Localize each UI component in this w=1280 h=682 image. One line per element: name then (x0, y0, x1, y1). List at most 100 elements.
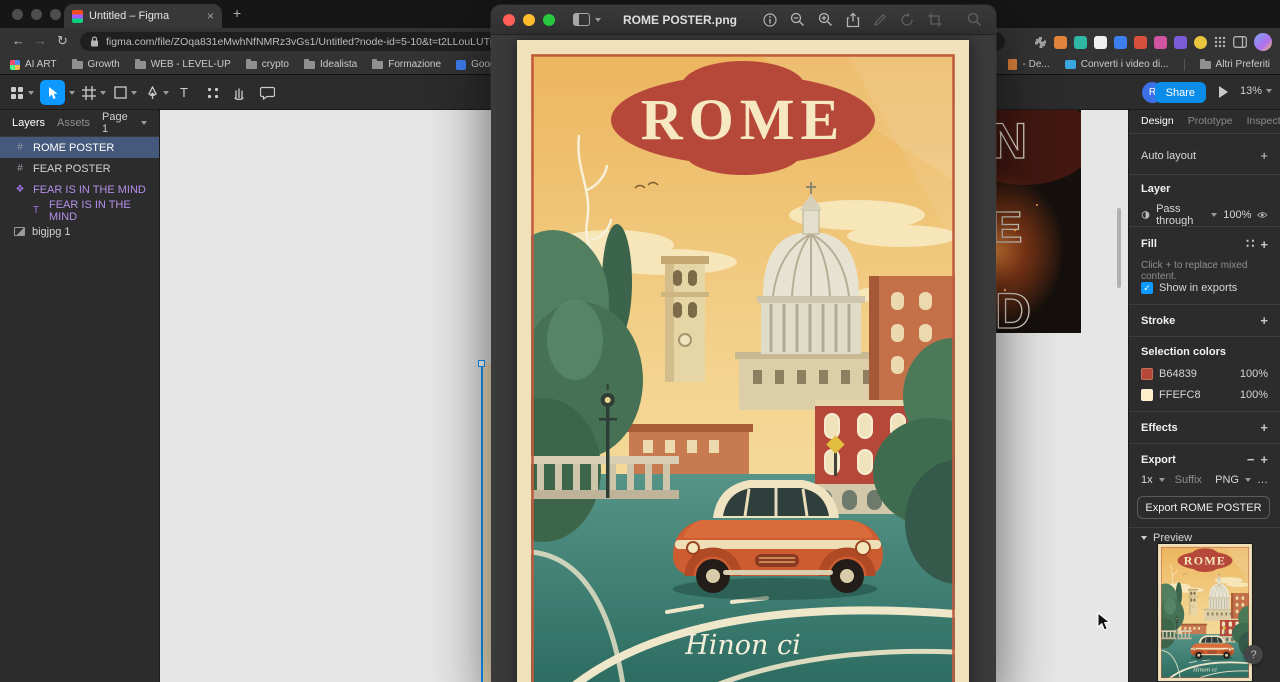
apps-grid-icon[interactable] (1214, 36, 1226, 48)
export-format-select[interactable]: PNG (1215, 474, 1239, 486)
info-icon[interactable] (763, 12, 777, 27)
bookmark-item[interactable]: crypto (245, 58, 289, 70)
add-effect-icon[interactable]: + (1260, 420, 1268, 435)
browser-tab[interactable]: Untitled – Figma × (64, 4, 222, 28)
present-icon[interactable] (1219, 86, 1228, 98)
back-icon[interactable]: ← (12, 33, 25, 48)
forward-icon[interactable]: → (34, 33, 47, 48)
zoom-out-icon[interactable] (790, 12, 805, 27)
bookmark-item[interactable]: AI ART (10, 59, 57, 70)
search-icon[interactable] (967, 12, 982, 27)
show-in-exports-row[interactable]: ✓ Show in exports (1141, 282, 1268, 294)
text-tool[interactable]: T (180, 80, 188, 105)
tab-close-icon[interactable]: × (207, 10, 214, 22)
selection-handle[interactable] (478, 360, 485, 367)
fill-styles-icon[interactable]: ∷ (1246, 236, 1254, 252)
macos-window-controls[interactable] (12, 9, 61, 20)
extension-icon[interactable] (1054, 35, 1067, 49)
layer-row-fear-poster[interactable]: # FEAR POSTER (0, 158, 159, 179)
fullscreen-window-icon[interactable] (543, 13, 555, 26)
resources-tool[interactable] (206, 80, 220, 105)
crop-icon[interactable] (928, 12, 942, 27)
add-export-icon[interactable]: + (1260, 452, 1268, 467)
zoom-window-icon[interactable] (50, 9, 61, 20)
figma-menu-button[interactable] (10, 80, 34, 105)
zoom-in-icon[interactable] (818, 12, 833, 27)
zoom-level-select[interactable]: 13% (1240, 85, 1272, 97)
export-options-icon[interactable]: … (1257, 474, 1268, 486)
extension-icon[interactable] (1114, 35, 1127, 49)
shape-tool[interactable] (114, 80, 137, 105)
browser-profile-avatar[interactable] (1254, 33, 1272, 51)
markup-pencil-icon[interactable] (873, 13, 887, 27)
frame-tool[interactable] (82, 80, 106, 105)
figma-favicon-icon (72, 9, 83, 23)
puzzle-icon[interactable] (1034, 36, 1047, 49)
export-suffix-input[interactable]: Suffix (1175, 474, 1202, 486)
rome-frame-edge[interactable] (481, 363, 491, 682)
page-selector[interactable]: Page 1 (102, 111, 147, 135)
export-scale-select[interactable]: 1x (1141, 474, 1153, 486)
visibility-eye-icon[interactable] (1257, 210, 1268, 220)
color-swatch-red[interactable] (1141, 368, 1153, 380)
bookmark-item[interactable]: Growth (71, 58, 120, 70)
bookmark-item[interactable]: Formazione (372, 58, 441, 70)
add-stroke-icon[interactable]: + (1260, 313, 1268, 328)
selection-color-row[interactable]: B64839 100% (1141, 368, 1268, 380)
canvas-scrollbar[interactable] (1117, 208, 1121, 288)
tab-inspect[interactable]: Inspect (1247, 115, 1280, 127)
bookmark-item[interactable]: Idealista (304, 58, 357, 70)
quicklook-window[interactable]: ROME POSTER.png (491, 5, 996, 682)
help-button[interactable]: ? (1244, 645, 1263, 664)
share-icon[interactable] (846, 12, 860, 28)
minimize-window-icon[interactable] (31, 9, 42, 20)
layer-row-rome-poster[interactable]: # ROME POSTER (0, 137, 159, 158)
add-fill-icon[interactable]: + (1260, 237, 1268, 252)
share-button[interactable]: Share (1154, 82, 1206, 103)
minimize-window-icon[interactable] (523, 13, 535, 26)
frame-icon (82, 85, 96, 100)
extension-icon[interactable] (1154, 35, 1167, 49)
export-rome-poster-button[interactable]: Export ROME POSTER (1137, 496, 1270, 519)
tab-prototype[interactable]: Prototype (1188, 115, 1233, 127)
extension-icon[interactable] (1194, 35, 1207, 49)
pen-tool[interactable] (146, 80, 169, 105)
tab-assets[interactable]: Assets (57, 117, 90, 129)
extension-icon[interactable] (1094, 35, 1107, 49)
color-swatch-cream[interactable] (1141, 389, 1153, 401)
hand-tool[interactable] (232, 80, 246, 105)
layer-row-fear-component[interactable]: ❖ FEAR IS IN THE MIND (0, 179, 159, 200)
bookmarks-separator (1183, 58, 1185, 71)
extension-icon[interactable] (1174, 35, 1187, 49)
sidebar-toggle-icon[interactable] (1233, 36, 1247, 48)
close-window-icon[interactable] (12, 9, 23, 20)
layer-row-fear-text[interactable]: T FEAR IS IN THE MIND (0, 199, 159, 223)
tab-layers[interactable]: Layers (12, 117, 45, 129)
layer-row-bigjpg[interactable]: bigjpg 1 (0, 221, 159, 242)
layer-opacity-input[interactable]: 100% (1223, 209, 1251, 221)
bookmark-item[interactable]: WEB - LEVEL-UP (134, 58, 231, 70)
tab-design[interactable]: Design (1141, 115, 1174, 127)
sidebar-toggle-icon[interactable] (573, 13, 590, 26)
bookmark-item[interactable]: - De... (1008, 59, 1050, 70)
move-tool[interactable] (40, 80, 75, 105)
bookmark-item[interactable]: Converti i video di... (1064, 59, 1169, 70)
new-tab-button[interactable]: + (233, 5, 241, 21)
other-bookmarks[interactable]: Altri Preferiti (1199, 58, 1270, 70)
move-tool-active[interactable] (40, 80, 65, 105)
checkbox-checked-icon[interactable]: ✓ (1141, 282, 1153, 294)
fear-poster-partial[interactable]: N E D (985, 110, 1081, 333)
comment-tool[interactable] (260, 80, 275, 105)
rotate-icon[interactable] (900, 12, 915, 27)
close-window-icon[interactable] (503, 13, 515, 26)
preview-section-header[interactable]: Preview (1141, 532, 1268, 544)
extension-icon[interactable] (1134, 35, 1147, 49)
blend-mode-select[interactable]: Pass through (1156, 203, 1205, 227)
remove-export-icon[interactable]: − (1247, 452, 1255, 467)
add-auto-layout-icon[interactable]: + (1260, 148, 1268, 163)
selection-colors-header: Selection colors (1141, 346, 1226, 358)
quicklook-titlebar[interactable]: ROME POSTER.png (491, 5, 996, 35)
extension-icon[interactable] (1074, 35, 1087, 49)
reload-icon[interactable]: ↻ (57, 33, 68, 49)
selection-color-row[interactable]: FFEFC8 100% (1141, 389, 1268, 401)
